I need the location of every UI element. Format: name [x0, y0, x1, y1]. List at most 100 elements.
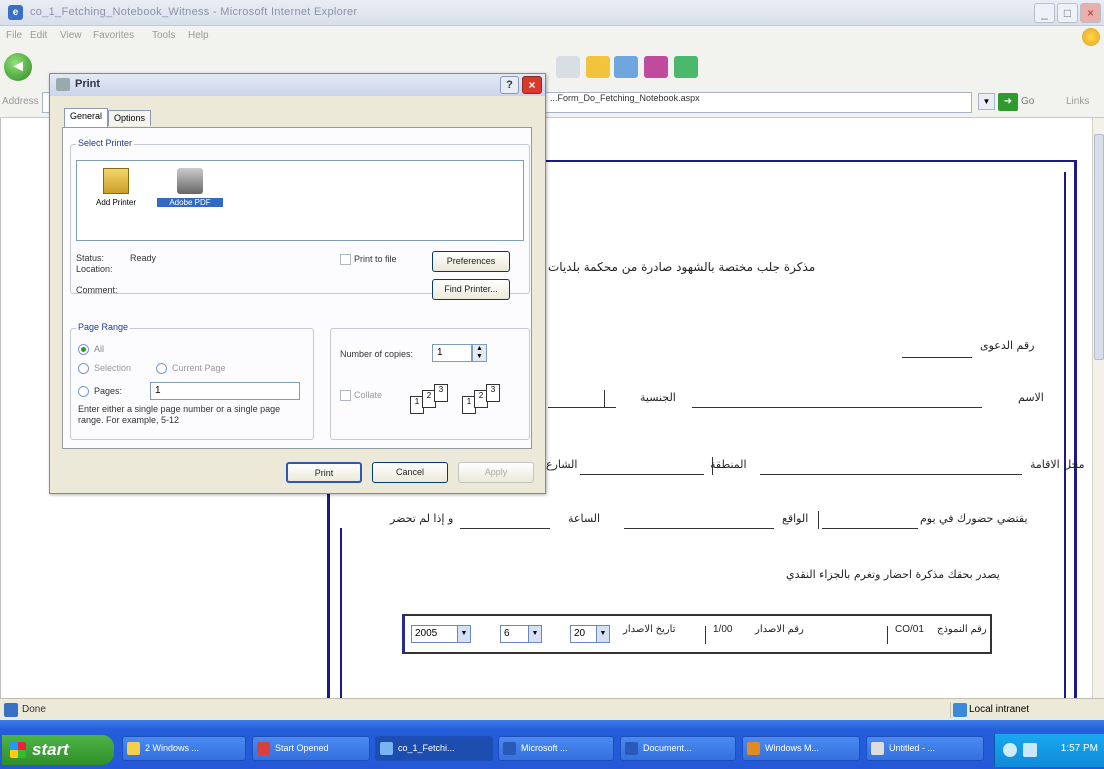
name-field[interactable] [692, 388, 982, 408]
cell-divider [705, 626, 706, 644]
day-select[interactable]: 20 ▼ [570, 625, 610, 643]
select-printer-label: Select Printer [76, 138, 135, 148]
menu-favorites[interactable]: Favorites [93, 30, 134, 41]
all-pages-radio[interactable] [78, 344, 89, 355]
address-label: Address [2, 96, 39, 107]
dialog-close-button[interactable]: × [522, 76, 542, 94]
preferences-button[interactable]: Preferences [432, 251, 510, 272]
clock: 1:57 PM [1060, 743, 1098, 754]
discuss-icon[interactable] [674, 56, 698, 78]
taskbar-item[interactable]: Untitled - ... [866, 736, 984, 761]
collate-pages-icon: 1 2 3 [410, 384, 458, 424]
tab-options[interactable]: Options [108, 110, 152, 126]
windows-flag-icon [10, 742, 26, 758]
street-label: الشارع [546, 458, 578, 471]
issue-date-label: تاريخ الاصدار [623, 624, 676, 635]
frame-inner-right-line [1064, 172, 1066, 698]
attend-day-field[interactable] [822, 509, 918, 529]
page-status-icon [4, 703, 18, 717]
security-zone: Local intranet [950, 702, 1100, 718]
print-toolbar-icon[interactable] [556, 56, 580, 78]
print-to-file-checkbox[interactable] [340, 254, 351, 265]
collate-checkbox[interactable] [340, 390, 351, 401]
issue-no-value: 1/00 [713, 624, 733, 635]
tab-general[interactable]: General [64, 108, 109, 128]
nationality-label: الجنسية [640, 391, 676, 404]
maximize-button[interactable]: □ [1057, 3, 1078, 23]
go-arrow-icon[interactable]: ➜ [998, 93, 1018, 111]
taskbar-item[interactable]: Windows M... [742, 736, 860, 761]
taskbar-item[interactable]: Start Opened [252, 736, 370, 761]
pages-radio[interactable] [78, 386, 89, 397]
menu-file[interactable]: File [6, 30, 22, 41]
document-icon [625, 742, 638, 755]
copies-input[interactable]: 1 [432, 344, 472, 362]
selection-radio[interactable] [78, 363, 89, 374]
copies-spinner[interactable]: ▲ ▼ [472, 344, 487, 362]
printer-item-add[interactable]: Add Printer [83, 166, 149, 232]
status-label: Status: [76, 253, 105, 263]
case-no-field[interactable] [902, 338, 972, 358]
menu-edit[interactable]: Edit [30, 30, 47, 41]
help-button[interactable]: ? [500, 76, 519, 94]
menu-bar: File Edit View Favorites Tools Help [0, 26, 1104, 48]
collate-pages-icon: 1 2 3 [462, 384, 510, 424]
go-button[interactable]: Go [1021, 96, 1034, 107]
cancel-button[interactable]: Cancel [372, 462, 448, 483]
close-window-button[interactable]: × [1080, 3, 1101, 23]
print-button[interactable]: Print [286, 462, 362, 483]
name-label: الاسم [1018, 391, 1044, 404]
residence-field[interactable] [760, 455, 1022, 475]
printer-item-adobe-pdf[interactable]: Adobe PDF [157, 166, 223, 232]
taskbar-item[interactable]: 2 Windows ... [122, 736, 246, 761]
current-page-radio[interactable] [156, 363, 167, 374]
messenger-icon[interactable] [614, 56, 638, 78]
vertical-scrollbar[interactable] [1092, 118, 1104, 698]
date-label: الواقع [782, 512, 809, 525]
window-title: co_1_Fetching_Notebook_Witness - Microso… [30, 6, 358, 18]
folder-icon[interactable] [586, 56, 610, 78]
selection-label: Selection [94, 363, 132, 373]
word-icon [503, 742, 516, 755]
apply-button[interactable]: Apply [458, 462, 534, 483]
printer-list[interactable]: Add Printer Adobe PDF [76, 160, 524, 241]
district-field[interactable] [580, 455, 704, 475]
menu-help[interactable]: Help [188, 30, 209, 41]
taskbar-item[interactable]: Document... [620, 736, 736, 761]
copies-label: Number of copies: [340, 349, 414, 359]
research-icon[interactable] [644, 56, 668, 78]
back-arrow-icon[interactable]: ◄ [4, 53, 32, 81]
frame-right-line [1074, 160, 1077, 698]
start-label: start [32, 740, 69, 759]
pages-input[interactable]: 1 [150, 382, 300, 400]
start-button[interactable]: start [2, 735, 114, 765]
paint-icon [871, 742, 884, 755]
date-field[interactable] [624, 509, 774, 529]
hour-field[interactable] [460, 509, 550, 529]
address-dropdown-button[interactable]: ▼ [978, 93, 995, 110]
printer-icon [177, 168, 203, 194]
volume-icon[interactable] [1023, 743, 1037, 757]
menu-tools[interactable]: Tools [152, 30, 175, 41]
footer-label: يصدر بحقك مذكرة احضار وتغرم بالجزاء النق… [786, 568, 1000, 581]
ie-icon [380, 742, 393, 755]
minimize-button[interactable]: _ [1034, 3, 1055, 23]
field-divider [818, 511, 819, 529]
status-value: Ready [130, 253, 157, 263]
find-printer-button[interactable]: Find Printer... [432, 279, 510, 300]
links-button[interactable]: Links [1066, 96, 1089, 107]
folder-icon [127, 742, 140, 755]
taskbar-item[interactable]: Microsoft ... [498, 736, 614, 761]
scrollbar-thumb[interactable] [1094, 134, 1104, 360]
absent-label: و إذا لم تحضر [390, 512, 454, 525]
taskbar-item-active[interactable]: co_1_Fetchi... [375, 736, 493, 761]
status-text: Done [22, 704, 46, 715]
form-no-value: CO/01 [895, 624, 924, 635]
tray-icon[interactable] [1003, 743, 1017, 757]
print-dialog: Print ? × General Options Select Printer… [49, 73, 546, 494]
menu-view[interactable]: View [60, 30, 82, 41]
nationality-field[interactable] [548, 388, 616, 408]
zone-label: Local intranet [969, 704, 1030, 715]
year-select[interactable]: 2005 ▼ [411, 625, 471, 643]
month-select[interactable]: 6 ▼ [500, 625, 542, 643]
